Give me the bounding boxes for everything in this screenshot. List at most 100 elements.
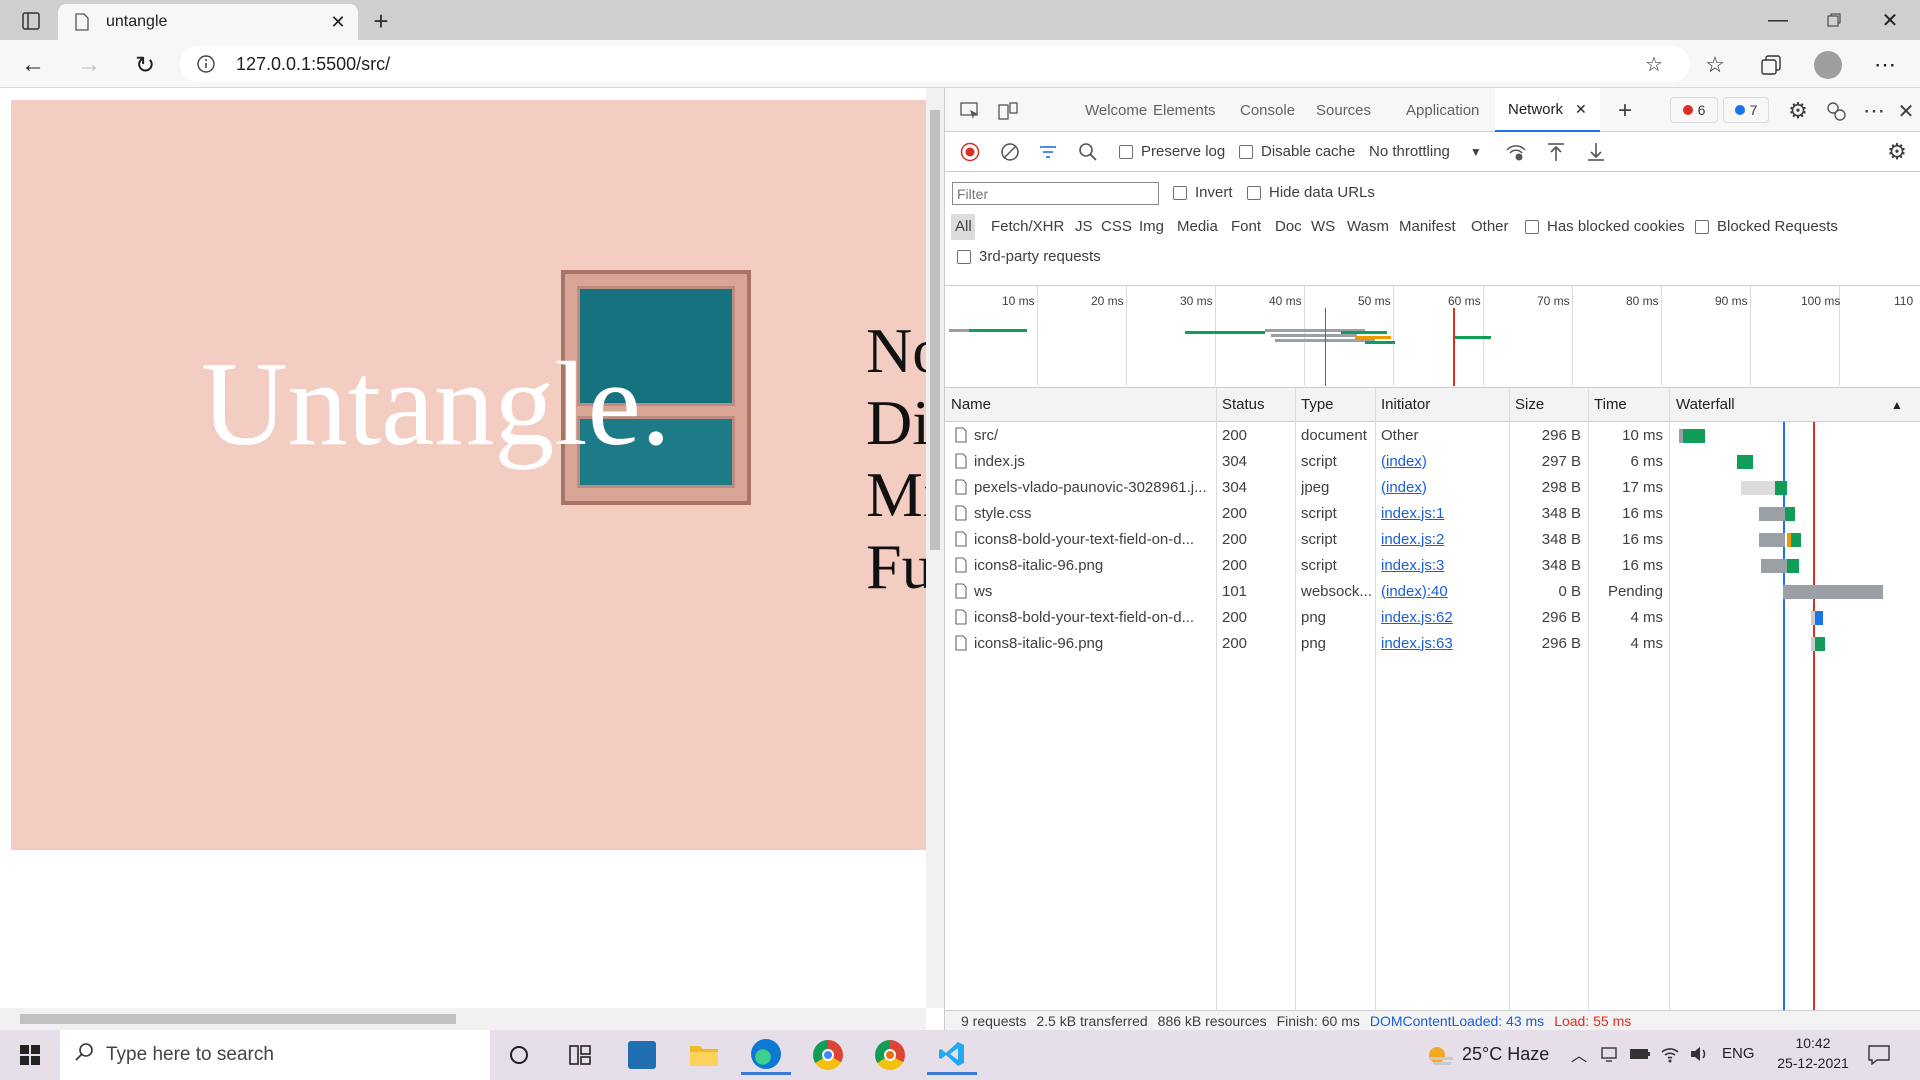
tab-elements[interactable]: Elements (1153, 88, 1216, 132)
waterfall-bar[interactable] (1741, 481, 1775, 495)
third-party-checkbox[interactable]: 3rd-party requests (957, 248, 1101, 265)
profile-avatar[interactable] (1814, 51, 1842, 79)
waterfall-bar[interactable] (1761, 559, 1787, 573)
tab-console[interactable]: Console (1240, 88, 1295, 132)
device-toolbar-icon[interactable] (995, 98, 1021, 124)
inspect-icon[interactable] (957, 98, 983, 124)
show-hidden-icons-icon[interactable]: ︿ (1568, 1042, 1590, 1066)
preserve-log-checkbox[interactable]: Preserve log (1119, 143, 1225, 160)
table-row[interactable]: index.js 304 script (index) 297 B 6 ms (945, 448, 1920, 474)
request-initiator[interactable]: (index) (1381, 448, 1507, 474)
column-type[interactable]: Type (1301, 388, 1334, 422)
close-devtools-icon[interactable]: ✕ (1893, 98, 1919, 124)
waterfall-bar[interactable] (1759, 507, 1785, 521)
file-explorer-icon[interactable] (679, 1035, 729, 1075)
filter-input[interactable] (952, 182, 1159, 205)
waterfall-bar[interactable] (1783, 585, 1883, 599)
throttling-select[interactable]: No throttling ▼ (1369, 143, 1482, 160)
close-window-icon[interactable]: ✕ (1872, 4, 1908, 36)
request-name[interactable]: icons8-bold-your-text-field-on-d... (974, 604, 1212, 630)
address-bar[interactable]: 127.0.0.1:5500/src/ ☆ (180, 46, 1690, 82)
vscode-icon[interactable] (927, 1035, 977, 1075)
notifications-icon[interactable] (1864, 1040, 1894, 1070)
messages-badge[interactable]: 7 (1723, 97, 1769, 123)
table-row[interactable]: icons8-italic-96.png 200 png index.js:63 296… (945, 630, 1920, 656)
request-name[interactable]: icons8-italic-96.png (974, 630, 1212, 656)
disable-cache-checkbox[interactable]: Disable cache (1239, 143, 1355, 160)
has-blocked-cookies-checkbox[interactable]: Has blocked cookies (1525, 218, 1685, 235)
type-filter-css[interactable]: CSS (1101, 218, 1132, 235)
type-filter-ws[interactable]: WS (1311, 218, 1335, 235)
column-initiator[interactable]: Initiator (1381, 388, 1431, 422)
import-har-icon[interactable] (1545, 141, 1567, 163)
checkbox-box[interactable] (1173, 185, 1187, 200)
request-initiator[interactable]: index.js:62 (1381, 604, 1507, 630)
tab-network[interactable]: Network ✕ (1495, 88, 1600, 132)
chrome-icon[interactable] (803, 1035, 853, 1075)
invert-checkbox[interactable]: Invert (1173, 184, 1233, 201)
battery-icon[interactable] (1628, 1042, 1652, 1066)
task-view-icon[interactable] (555, 1035, 605, 1075)
request-initiator[interactable]: index.js:3 (1381, 552, 1507, 578)
restore-icon[interactable] (1816, 4, 1852, 36)
scroll-thumb[interactable] (930, 110, 940, 550)
filter-icon[interactable] (1037, 141, 1059, 163)
checkbox-box[interactable] (957, 249, 971, 264)
column-waterfall[interactable]: Waterfall (1676, 388, 1735, 422)
request-name[interactable]: pexels-vlado-paunovic-3028961.j... (974, 474, 1212, 500)
table-row[interactable]: icons8-bold-your-text-field-on-d... 200 pn… (945, 604, 1920, 630)
record-icon[interactable] (959, 141, 981, 163)
edge-icon[interactable] (741, 1035, 791, 1075)
info-icon[interactable] (196, 54, 216, 74)
waterfall-bar[interactable] (1815, 611, 1823, 625)
waterfall-bar[interactable] (1815, 637, 1825, 651)
tab-sources[interactable]: Sources (1316, 88, 1371, 132)
scroll-thumb[interactable] (20, 1014, 456, 1024)
device-icon[interactable] (1598, 1042, 1620, 1066)
table-row[interactable]: icons8-bold-your-text-field-on-d... 200 sc… (945, 526, 1920, 552)
type-filter-manifest[interactable]: Manifest (1399, 218, 1456, 235)
favorites-icon[interactable]: ☆ (1700, 50, 1730, 80)
tab-welcome[interactable]: Welcome (1085, 88, 1147, 132)
taskbar-search[interactable]: Type here to search (60, 1030, 490, 1080)
refresh-icon[interactable]: ↻ (130, 50, 160, 80)
column-size[interactable]: Size (1515, 388, 1545, 422)
checkbox-box[interactable] (1247, 185, 1261, 200)
add-favorite-icon[interactable]: ☆ (1642, 52, 1666, 76)
more-tabs-icon[interactable]: + (1610, 96, 1640, 126)
hide-data-urls-checkbox[interactable]: Hide data URLs (1247, 184, 1375, 201)
type-filter-js[interactable]: JS (1075, 218, 1093, 235)
request-name[interactable]: src/ (974, 422, 1212, 448)
request-initiator[interactable]: index.js:63 (1381, 630, 1507, 656)
table-row[interactable]: src/200 document Other 296 B 10 ms (945, 422, 1920, 448)
waterfall-bar[interactable] (1791, 533, 1801, 547)
waterfall-bar[interactable] (1737, 455, 1753, 469)
weather-icon[interactable] (1424, 1040, 1456, 1070)
cortana-icon[interactable] (494, 1035, 544, 1075)
close-network-tab-icon[interactable]: ✕ (1575, 101, 1587, 118)
wifi-icon[interactable] (1658, 1042, 1682, 1066)
network-settings-icon[interactable]: ⚙ (1885, 139, 1909, 164)
tab-application[interactable]: Application (1406, 88, 1479, 132)
minimize-icon[interactable]: — (1760, 4, 1796, 36)
windows-start-icon[interactable] (8, 1035, 52, 1075)
network-conditions-icon[interactable] (1505, 141, 1527, 163)
weather-text[interactable]: 25°C Haze (1462, 1044, 1549, 1065)
new-tab-icon[interactable]: + (366, 6, 396, 36)
table-row[interactable]: icons8-italic-96.png 200 script index.js:3 3… (945, 552, 1920, 578)
chrome-profile-icon[interactable] (865, 1035, 915, 1075)
type-filter-other[interactable]: Other (1471, 218, 1509, 235)
table-row[interactable]: pexels-vlado-paunovic-3028961.j... 304 jpe… (945, 474, 1920, 500)
column-time[interactable]: Time (1594, 388, 1627, 422)
volume-icon[interactable] (1688, 1042, 1712, 1066)
waterfall-bar[interactable] (1775, 481, 1787, 495)
app-icon[interactable] (617, 1035, 667, 1075)
checkbox-box[interactable] (1239, 144, 1253, 159)
type-filter-fetch-xhr[interactable]: Fetch/XHR (991, 218, 1064, 235)
request-name[interactable]: style.css (974, 500, 1212, 526)
waterfall-bar[interactable] (1759, 533, 1785, 547)
blocked-requests-checkbox[interactable]: Blocked Requests (1695, 218, 1838, 235)
request-initiator[interactable]: index.js:2 (1381, 526, 1507, 552)
type-filter-img[interactable]: Img (1139, 218, 1164, 235)
browser-tab[interactable]: untangle ✕ (58, 4, 358, 40)
